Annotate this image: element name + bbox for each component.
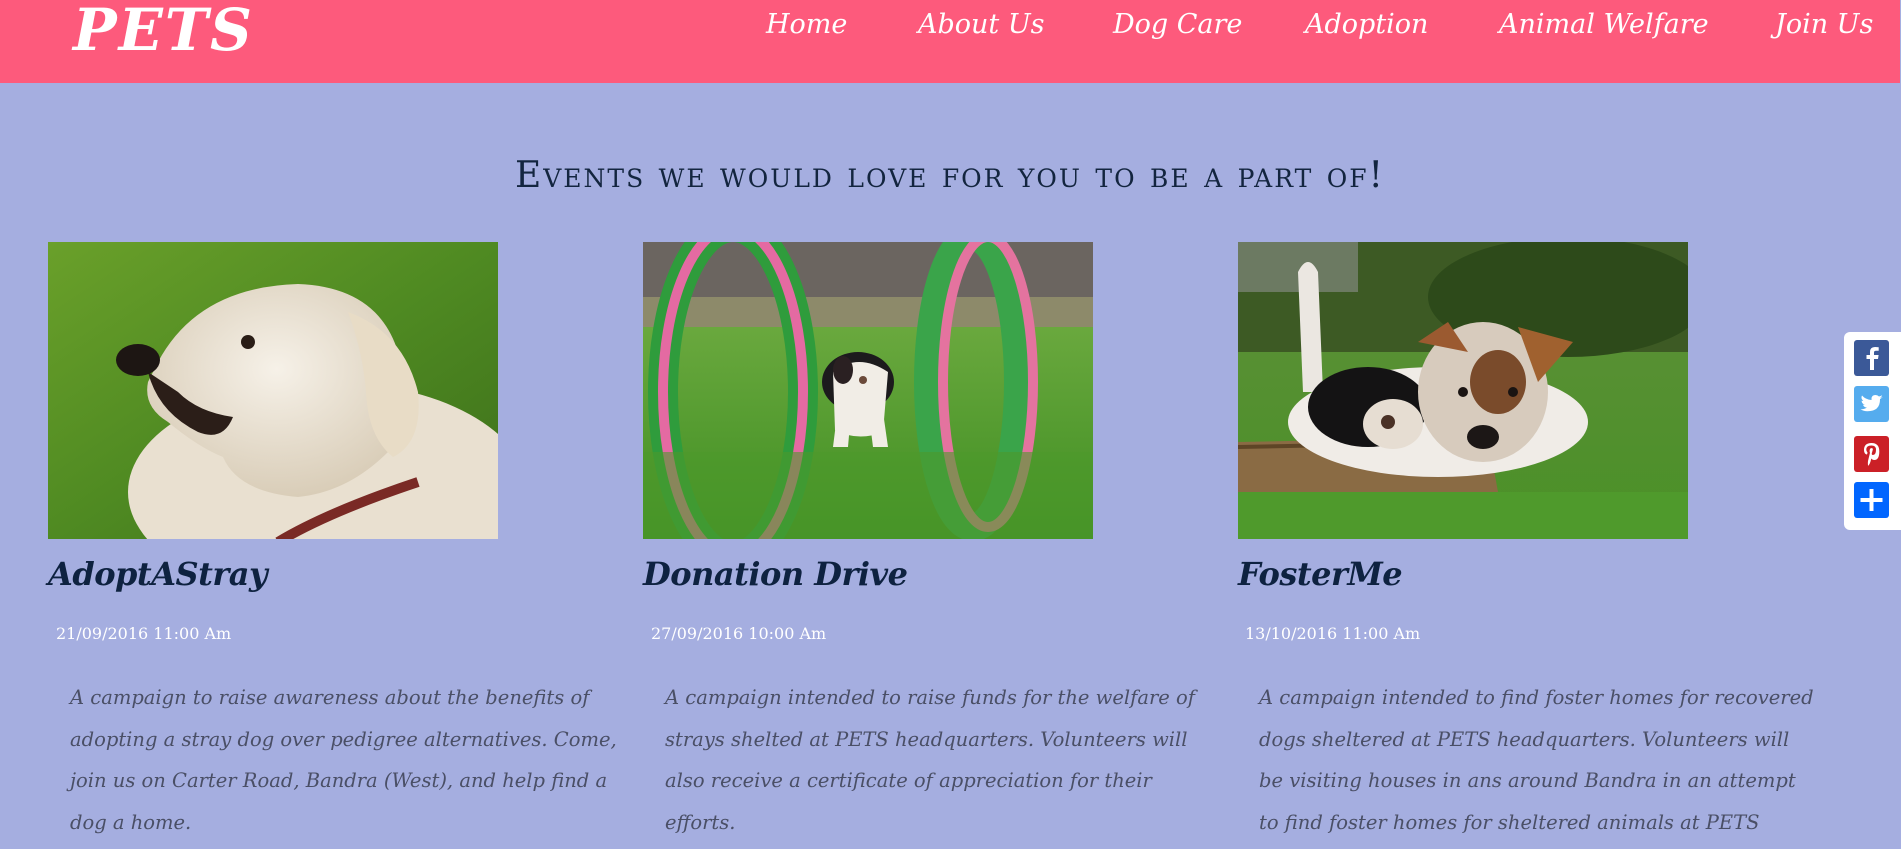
event-title[interactable]: Donation Drive (643, 555, 908, 593)
nav-animal-welfare[interactable]: Animal Welfare (1499, 9, 1709, 40)
nav-dog-care[interactable]: Dog Care (1113, 9, 1242, 40)
navbar: PETS Home About Us Dog Care Adoption Ani… (0, 0, 1900, 83)
event-date: 13/10/2016 11:00 Am (1245, 624, 1421, 643)
facebook-share-button[interactable] (1854, 340, 1889, 376)
event-description: A campaign to raise awareness about the … (70, 686, 617, 834)
social-share-bar (1844, 332, 1901, 530)
event-image-golden-retriever (48, 242, 498, 539)
event-date: 27/09/2016 10:00 Am (651, 624, 827, 643)
share-more-button[interactable] (1854, 482, 1889, 518)
event-description: A campaign intended to raise funds for t… (665, 686, 1196, 834)
nav-about-us[interactable]: About Us (918, 9, 1044, 40)
page: PETS Home About Us Dog Care Adoption Ani… (0, 0, 1901, 849)
event-image-puppy-tunnel (643, 242, 1093, 539)
brand-logo[interactable]: PETS (73, 0, 254, 64)
share-plus-icon (1860, 489, 1883, 511)
nav-adoption[interactable]: Adoption (1305, 9, 1428, 40)
event-title[interactable]: AdoptAStray (48, 555, 268, 593)
pinterest-icon (1864, 443, 1880, 466)
event-date: 21/09/2016 11:00 Am (56, 624, 232, 643)
event-title[interactable]: FosterMe (1238, 555, 1403, 593)
event-image-terrier-log (1238, 242, 1688, 539)
events-heading: Events we would love for you to be a par… (514, 155, 1386, 196)
facebook-icon (1866, 347, 1879, 370)
nav-join-us[interactable]: Join Us (1775, 9, 1873, 40)
event-description: A campaign intended to find foster homes… (1259, 686, 1814, 834)
pinterest-share-button[interactable] (1854, 436, 1889, 472)
twitter-share-button[interactable] (1854, 386, 1889, 422)
nav-home[interactable]: Home (766, 9, 847, 40)
twitter-icon (1860, 395, 1883, 412)
